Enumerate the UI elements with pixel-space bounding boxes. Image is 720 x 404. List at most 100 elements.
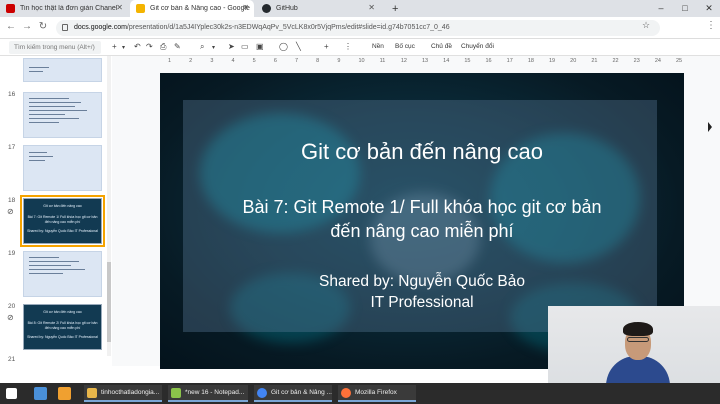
tab-tin-hoc[interactable]: Tin học thật là đơn giản Chanel ✕	[0, 0, 128, 17]
taskbar-app-chrome[interactable]: Git cơ bản & Nâng ...	[254, 385, 332, 402]
slide-number: 21	[8, 356, 16, 363]
ruler-tick: 12	[400, 58, 407, 64]
slide-number: 16	[8, 91, 16, 98]
link-icon: ⊘	[7, 313, 14, 322]
slide-number: 20	[8, 303, 16, 310]
webcam-overlay	[548, 306, 720, 386]
minimize-button[interactable]: –	[650, 0, 672, 17]
slide-lesson-line-2[interactable]: đến nâng cao miễn phí	[160, 221, 684, 242]
comment-icon[interactable]: +	[324, 42, 329, 51]
ruler-tick: 9	[337, 58, 341, 64]
slide-thumbnail-16[interactable]	[23, 92, 102, 138]
line-icon[interactable]: ╲	[296, 42, 301, 51]
taskbar-app-notepad[interactable]: *new 16 - Notepad...	[168, 385, 248, 402]
filmstrip-scrollbar[interactable]	[107, 56, 111, 356]
ruler-tick: 23	[633, 58, 640, 64]
ruler-tick: 11	[379, 58, 386, 64]
background-button[interactable]: Nền	[372, 43, 384, 50]
ruler-tick: 19	[549, 58, 556, 64]
slides-toolbar: Tìm kiếm trong menu (Alt+/) + ▾ ↶ ↷ ⎙ ✎ …	[0, 39, 720, 56]
lock-icon[interactable]	[62, 24, 68, 31]
mouse-cursor	[708, 122, 712, 132]
taskbar-app-folder[interactable]: tinhocthatladongia...	[84, 385, 162, 402]
ruler-tick: 15	[464, 58, 471, 64]
close-icon[interactable]: ✕	[116, 3, 123, 12]
presenter-hair	[623, 322, 653, 336]
ruler-tick: 20	[570, 58, 577, 64]
image-icon[interactable]: ▣	[256, 42, 264, 51]
text-box-icon[interactable]: ▭	[241, 42, 249, 51]
maximize-button[interactable]: □	[674, 0, 696, 17]
slides-icon	[136, 4, 145, 13]
zoom-icon[interactable]: ⌕	[200, 42, 204, 52]
transition-button[interactable]: Chuyển đổi	[461, 43, 494, 50]
github-icon	[262, 4, 271, 13]
chrome-icon	[257, 387, 267, 398]
close-icon[interactable]: ✕	[242, 3, 249, 12]
back-icon[interactable]: ←	[4, 21, 18, 32]
slide-thumbnail-19[interactable]	[23, 251, 102, 297]
slide-thumbnail[interactable]	[23, 58, 102, 82]
menu-search-input[interactable]: Tìm kiếm trong menu (Alt+/)	[9, 41, 101, 54]
slide-number: 19	[8, 250, 16, 257]
windows-taskbar: tinhocthatladongia... *new 16 - Notepad.…	[0, 383, 720, 404]
address-bar-row: ← → ↻ docs.google.com/presentation/d/1a5…	[0, 17, 720, 49]
slide-thumbnail-17[interactable]	[23, 145, 102, 191]
firefox-icon	[341, 387, 351, 398]
bookmark-star-icon[interactable]: ☆	[642, 20, 650, 31]
taskbar-app-firefox[interactable]: Mozilla Firefox	[338, 385, 416, 402]
new-slide-icon[interactable]: +	[112, 42, 117, 51]
slide-thumbnail-18[interactable]: Git cơ bản đến nâng cao Bài 7: Git Remot…	[20, 195, 105, 247]
chevron-down-icon[interactable]: ▾	[212, 44, 215, 51]
presenter-glasses	[627, 337, 649, 342]
paint-format-icon[interactable]: ✎	[174, 42, 181, 51]
ruler-tick: 22	[612, 58, 619, 64]
tab-github[interactable]: GitHub ✕	[256, 0, 380, 17]
ruler-tick: 10	[358, 58, 365, 64]
select-cursor-icon[interactable]: ➤	[228, 42, 235, 51]
menu-icon[interactable]: ⋮	[704, 20, 718, 31]
ruler-tick: 4	[231, 58, 235, 64]
link-icon: ⊘	[7, 207, 14, 216]
slide-shared-by[interactable]: Shared by: Nguyễn Quốc Bảo	[160, 273, 684, 291]
app-icon[interactable]	[58, 387, 71, 400]
ruler-tick: 17	[506, 58, 513, 64]
ruler-tick: 24	[654, 58, 661, 64]
ruler-tick: 18	[527, 58, 534, 64]
slide-number: 18	[8, 197, 16, 204]
ruler-tick: 7	[295, 58, 299, 64]
slide-number: 17	[8, 144, 16, 151]
ruler-tick: 21	[591, 58, 598, 64]
redo-icon[interactable]: ↷	[146, 42, 153, 51]
tab-git-co-ban[interactable]: Git cơ bản & Nâng cao - Google ✕	[130, 0, 254, 17]
forward-icon[interactable]: →	[20, 21, 34, 32]
layout-button[interactable]: Bố cục	[395, 43, 415, 50]
new-tab-button[interactable]: +	[386, 0, 402, 17]
file-explorer-icon[interactable]	[34, 387, 47, 400]
folder-icon	[87, 387, 97, 398]
chevron-down-icon[interactable]: ▾	[122, 44, 125, 51]
notepad-icon	[171, 387, 181, 398]
shape-icon[interactable]: ◯	[279, 42, 288, 51]
close-icon[interactable]: ✕	[368, 3, 375, 12]
slide-title[interactable]: Git cơ bản đến nâng cao	[160, 139, 684, 165]
undo-icon[interactable]: ↶	[134, 42, 141, 51]
close-window-button[interactable]: ✕	[698, 0, 720, 17]
ruler-tick: 14	[443, 58, 450, 64]
ruler-tick: 16	[485, 58, 492, 64]
ruler-tick: 13	[422, 58, 429, 64]
url-field[interactable]: docs.google.com/presentation/d/1a5J4IYpl…	[56, 20, 660, 36]
ruler-tick: 8	[316, 58, 320, 64]
slide-thumbnail-20[interactable]: Git cơ bản đến nâng cao Bài 8: Git Remot…	[23, 304, 102, 350]
browser-tab-bar: Tin học thật là đơn giản Chanel ✕ Git cơ…	[0, 0, 720, 17]
windows-start-icon[interactable]	[6, 388, 17, 399]
presenter-body	[606, 356, 670, 386]
print-icon[interactable]: ⎙	[160, 42, 166, 52]
ruler-tick: 5	[252, 58, 256, 64]
reload-icon[interactable]: ↻	[36, 21, 50, 32]
slide-lesson-line-1[interactable]: Bài 7: Git Remote 1/ Full khóa học git c…	[160, 197, 684, 218]
theme-button[interactable]: Chủ đề	[431, 43, 452, 50]
more-icon[interactable]: ⋮	[344, 42, 352, 51]
ruler-tick: 25	[676, 58, 683, 64]
ruler-tick: 1	[168, 58, 172, 64]
